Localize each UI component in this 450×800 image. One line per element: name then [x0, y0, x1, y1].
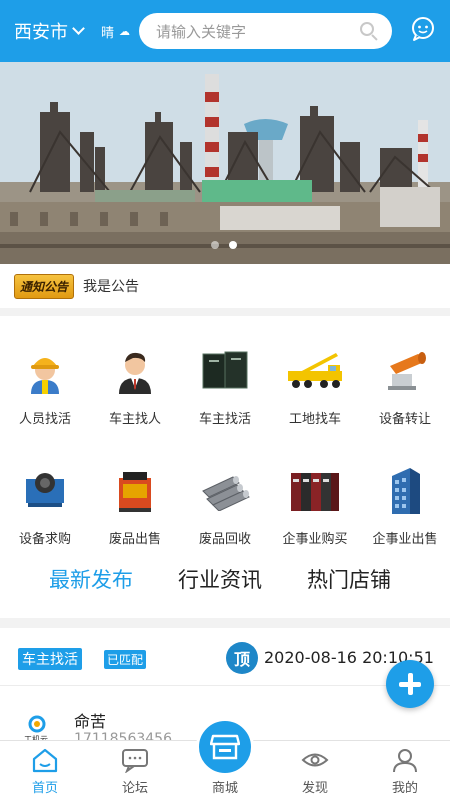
carousel-indicators [211, 241, 237, 249]
nav-profile[interactable]: 我的 [360, 741, 450, 800]
binders-icon [291, 473, 339, 511]
businessman-icon [119, 352, 151, 394]
red-machine-icon [119, 472, 151, 512]
tab-latest[interactable]: 最新发布 [49, 564, 133, 594]
grid-item-scrap-recycle[interactable]: 废品回收 [180, 466, 270, 547]
grid-item-businessman[interactable]: 车主找人 [90, 346, 180, 427]
mall-center-button[interactable] [196, 718, 254, 776]
grid-label: 企事业购买 [282, 532, 348, 547]
message-icon[interactable] [410, 16, 436, 42]
grid-label: 人员找活 [18, 412, 71, 427]
notice-badge: 通知公告 [14, 273, 75, 299]
category-tag: 车主找活 [18, 648, 82, 670]
steel-pipes-icon [202, 476, 250, 511]
search-input[interactable]: 请输入关键字 [139, 13, 392, 49]
black-documents-icon [202, 351, 248, 389]
nav-forum[interactable]: 论坛 [90, 741, 180, 800]
mist-cannon-icon [388, 352, 426, 390]
office-building-icon [392, 468, 420, 514]
nav-label: 论坛 [121, 781, 148, 796]
grid-label: 企事业出售 [372, 532, 438, 547]
steel-plant-banner-image [0, 62, 450, 264]
nav-home[interactable]: 首页 [0, 741, 90, 800]
nav-label: 首页 [31, 781, 58, 796]
store-icon [210, 734, 240, 760]
status-badge: 已匹配 [104, 650, 147, 669]
pinned-badge: 顶 [226, 642, 258, 674]
eye-icon [301, 753, 329, 767]
nav-label: 我的 [391, 781, 418, 796]
add-post-button[interactable] [386, 660, 434, 708]
nav-discover[interactable]: 发现 [270, 741, 360, 800]
forum-icon [122, 749, 148, 773]
grid-item-equipment-transfer[interactable]: 设备转让 [360, 346, 450, 427]
grid-item-enterprise-buy[interactable]: 企事业购买 [270, 466, 360, 547]
grid-item-site-vehicle[interactable]: 工地找车 [270, 346, 360, 427]
chevron-down-icon [72, 22, 85, 35]
feed-item-header[interactable]: 车主找活 已匹配 顶 2020-08-16 20:10:51 [0, 628, 450, 686]
grid-item-equipment-wanted[interactable]: 设备求购 [0, 466, 90, 547]
weather-text: 晴 [101, 25, 115, 41]
grid-label: 废品回收 [198, 532, 251, 547]
crane-truck-icon [288, 353, 342, 388]
nav-label: 商城 [211, 781, 238, 796]
carousel-dot-active[interactable] [229, 241, 237, 249]
grid-item-enterprise-sell[interactable]: 企事业出售 [360, 466, 450, 547]
tab-industry-news[interactable]: 行业资讯 [178, 564, 262, 594]
top-bar: 西安市 晴 ☁ 请输入关键字 [0, 0, 450, 62]
winch-machine-icon [26, 473, 64, 507]
grid-label: 设备转让 [378, 412, 431, 427]
nav-label: 发现 [301, 781, 328, 796]
grid-label: 废品出售 [108, 532, 161, 547]
grid-item-worker[interactable]: 人员找活 [0, 346, 90, 427]
user-icon [393, 749, 417, 773]
carousel-dot[interactable] [211, 241, 219, 249]
banner-carousel[interactable] [0, 62, 450, 264]
home-icon [32, 748, 58, 773]
city-selector[interactable]: 西安市 [14, 18, 85, 44]
notice-bar[interactable]: 通知公告 我是公告 [0, 264, 450, 308]
grid-label: 车主找活 [198, 412, 251, 427]
grid-item-owner-job[interactable]: 车主找活 [180, 346, 270, 427]
search-placeholder: 请输入关键字 [156, 22, 247, 41]
grid-label: 工地找车 [288, 412, 341, 427]
grid-label: 设备求购 [18, 532, 71, 547]
city-name: 西安市 [14, 22, 68, 43]
notice-text: 我是公告 [83, 279, 140, 295]
post-author: 命苦 [74, 712, 107, 731]
category-grid: 人员找活 车主找人 车主找活 工地找车 设备转让 设备求购 废品出售 废品回收 … [0, 316, 450, 618]
search-icon[interactable] [360, 22, 378, 41]
grid-label: 车主找人 [108, 412, 161, 427]
worker-helmet-icon [31, 358, 59, 394]
grid-item-scrap-sell[interactable]: 废品出售 [90, 466, 180, 547]
tab-hot-shops[interactable]: 热门店铺 [307, 564, 391, 594]
cloud-icon: ☁ [119, 24, 131, 38]
weather-indicator: 晴 ☁ [101, 22, 130, 41]
